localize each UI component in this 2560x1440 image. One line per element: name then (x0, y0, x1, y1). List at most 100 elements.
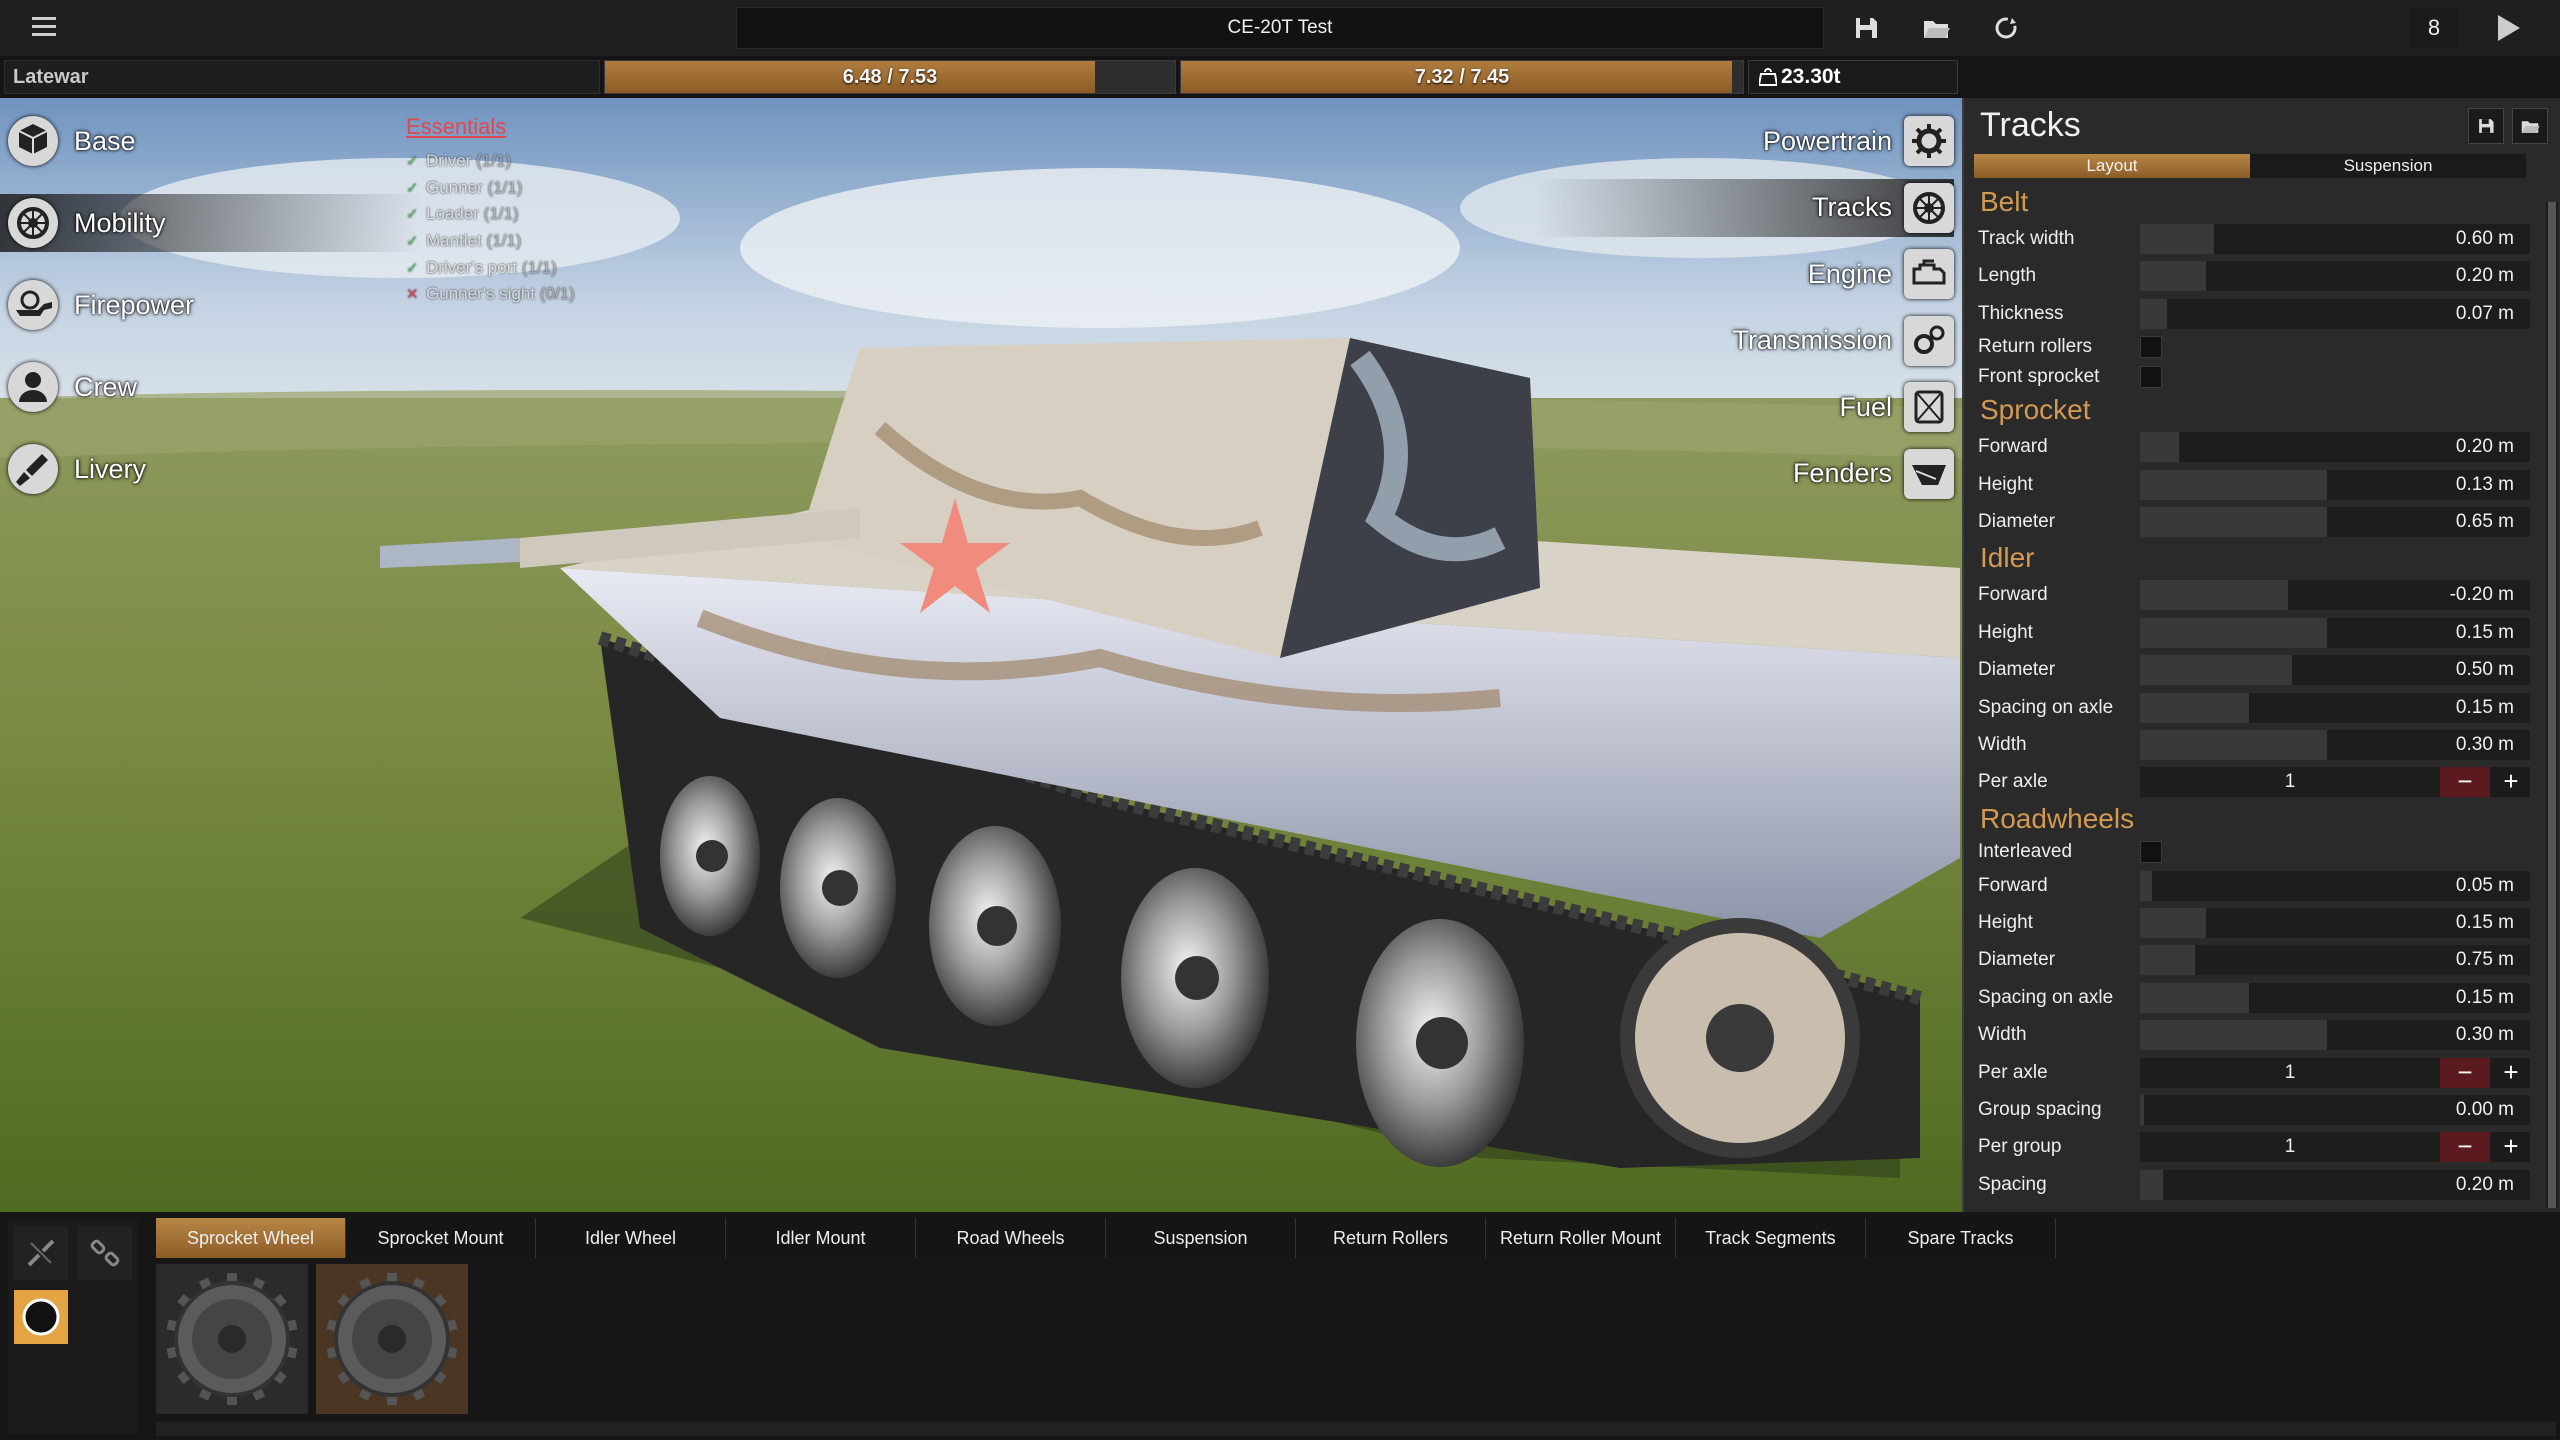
idler-width-slider[interactable]: 0.30 m (2140, 729, 2530, 760)
interleaved-checkbox[interactable] (2140, 840, 2162, 863)
sprocket-forward-label: Forward (1978, 436, 2048, 458)
check-icon: ✓ (406, 153, 419, 170)
sprocket-height-row: Height 0.13 m (1964, 466, 2548, 503)
increment-button[interactable]: + (2492, 1132, 2530, 1163)
panel-scrollbar[interactable] (2546, 202, 2558, 1208)
part-tab-return-rollers[interactable]: Return Rollers (1296, 1218, 1486, 1258)
roadwheels-per-axle-stepper[interactable]: 1 − + (2140, 1057, 2530, 1088)
open-folder-icon[interactable] (1920, 12, 1952, 44)
roadwheels-diameter-slider[interactable]: 0.75 m (2140, 945, 2530, 976)
idler-forward-slider[interactable]: -0.20 m (2140, 580, 2530, 611)
connect-icon[interactable] (78, 1226, 132, 1280)
idler-spacing-on-axle-slider[interactable]: 0.15 m (2140, 692, 2530, 723)
category-firepower[interactable]: Firepower (0, 276, 420, 334)
sprocket-diameter-value: 0.65 m (2455, 510, 2514, 532)
roadwheels-diameter-value: 0.75 m (2455, 949, 2514, 971)
essentials-item: ✓ Gunner (1/1) (406, 175, 575, 202)
part-tab-sprocket-mount[interactable]: Sprocket Mount (346, 1218, 536, 1258)
save-icon[interactable] (1850, 12, 1882, 44)
category-powertrain[interactable]: Powertrain (1763, 112, 1954, 170)
idler-width-row: Width 0.30 m (1964, 726, 2548, 763)
category-fenders[interactable]: Fenders (1793, 445, 1954, 503)
roadwheels-spacing-slider[interactable]: 0.20 m (2140, 1169, 2530, 1200)
part-tab-idler-wheel[interactable]: Idler Wheel (536, 1218, 726, 1258)
roadwheels-width-slider[interactable]: 0.30 m (2140, 1020, 2530, 1051)
part-thumbnail[interactable] (316, 1264, 468, 1414)
roadwheels-spacing-on-axle-slider[interactable]: 0.15 m (2140, 982, 2530, 1013)
essentials-item-label: Gunner (426, 177, 483, 197)
category-mobility[interactable]: Mobility (0, 194, 420, 252)
belt-thickness-slider[interactable]: 0.07 m (2140, 298, 2530, 329)
play-icon[interactable] (2490, 10, 2526, 46)
save-icon[interactable] (2468, 108, 2504, 144)
part-tab-road-wheels[interactable]: Road Wheels (916, 1218, 1106, 1258)
category-engine[interactable]: Engine (1808, 245, 1954, 303)
part-tab-spare-tracks[interactable]: Spare Tracks (1866, 1218, 2056, 1258)
decrement-button[interactable]: − (2440, 1057, 2490, 1088)
decrement-button[interactable]: − (2440, 1132, 2490, 1163)
category-label: Tracks (1812, 192, 1892, 222)
idler-diameter-slider[interactable]: 0.50 m (2140, 655, 2530, 686)
part-browser-scrollbar[interactable] (156, 1422, 2556, 1436)
weight-icon (1759, 66, 1777, 86)
part-tab-sprocket-wheel[interactable]: Sprocket Wheel (156, 1218, 346, 1258)
roadwheels-forward-slider[interactable]: 0.05 m (2140, 870, 2530, 901)
category-crew[interactable]: Crew (0, 358, 420, 416)
roadwheels-spacing-on-axle-row: Spacing on axle 0.15 m (1964, 979, 2548, 1016)
roadwheels-width-value: 0.30 m (2455, 1024, 2514, 1046)
top-bar: CE-20T Test 8 (0, 0, 2560, 56)
category-transmission[interactable]: Transmission (1732, 312, 1954, 370)
slider-fill (2140, 870, 2152, 901)
slider-fill (2140, 298, 2168, 329)
hamburger-menu-icon[interactable] (28, 12, 76, 44)
belt-length-slider[interactable]: 0.20 m (2140, 261, 2530, 292)
roadwheels-height-slider[interactable]: 0.15 m (2140, 908, 2530, 939)
increment-button[interactable]: + (2492, 767, 2530, 798)
group-spacing-slider[interactable]: 0.00 m (2140, 1095, 2530, 1126)
front-sprocket-checkbox[interactable] (2140, 366, 2162, 389)
essentials-title[interactable]: Essentials (406, 114, 575, 140)
idler-spacing-on-axle-value: 0.15 m (2455, 696, 2514, 718)
weight-value: 23.30t (1781, 65, 1841, 88)
category-label: Engine (1807, 258, 1892, 289)
track-width-slider[interactable]: 0.60 m (2140, 224, 2530, 254)
sprocket-diameter-slider[interactable]: 0.65 m (2140, 506, 2530, 537)
reset-icon[interactable] (1990, 12, 2022, 44)
per-group-stepper[interactable]: 1 − + (2140, 1132, 2530, 1163)
part-tab-suspension[interactable]: Suspension (1106, 1218, 1296, 1258)
interleaved-row: Interleaved (1964, 837, 2548, 867)
part-tab-return-roller-mount[interactable]: Return Roller Mount (1486, 1218, 1676, 1258)
belt-thickness-row: Thickness 0.07 m (1964, 295, 2548, 332)
sprocket-height-slider[interactable]: 0.13 m (2140, 469, 2530, 500)
category-fuel[interactable]: Fuel (1839, 378, 1954, 436)
idler-width-value: 0.30 m (2455, 733, 2514, 755)
road-wheel (780, 798, 896, 978)
slider-fill (2140, 729, 2328, 760)
part-tab-track-segments[interactable]: Track Segments (1676, 1218, 1866, 1258)
idler-per-axle-row: Per axle 1 − + (1964, 763, 2548, 800)
slider-fill (2140, 1020, 2328, 1051)
idler-per-axle-stepper[interactable]: 1 − + (2140, 767, 2530, 798)
decrement-button[interactable]: − (2440, 767, 2490, 798)
tab-suspension[interactable]: Suspension (2250, 154, 2526, 178)
part-tab-idler-mount[interactable]: Idler Mount (726, 1218, 916, 1258)
category-base[interactable]: Base (0, 112, 420, 170)
category-tracks[interactable]: Tracks (1534, 178, 1954, 237)
disconnect-icon[interactable] (14, 1226, 68, 1280)
category-livery[interactable]: Livery (0, 440, 420, 498)
scrollbar-thumb[interactable] (2548, 202, 2556, 1208)
idler-height-slider[interactable]: 0.15 m (2140, 617, 2530, 648)
per-group-row: Per group 1 − + (1964, 1128, 2548, 1165)
part-thumbnail[interactable] (156, 1264, 308, 1414)
open-folder-icon[interactable] (2512, 108, 2548, 144)
check-icon: ✓ (406, 206, 419, 224)
tab-layout[interactable]: Layout (1974, 154, 2250, 178)
idler-forward-row: Forward -0.20 m (1964, 576, 2548, 613)
increment-button[interactable]: + (2492, 1057, 2530, 1088)
roadwheels-width-label: Width (1978, 1024, 2027, 1046)
return-rollers-checkbox[interactable] (2140, 336, 2162, 359)
vehicle-viewport[interactable]: Base Mobility Firepower Crew Livery Essentia… (0, 98, 1962, 1212)
design-name-field[interactable]: CE-20T Test (736, 7, 1824, 49)
circle-tool-icon[interactable] (14, 1290, 68, 1344)
sprocket-forward-slider[interactable]: 0.20 m (2140, 432, 2530, 463)
